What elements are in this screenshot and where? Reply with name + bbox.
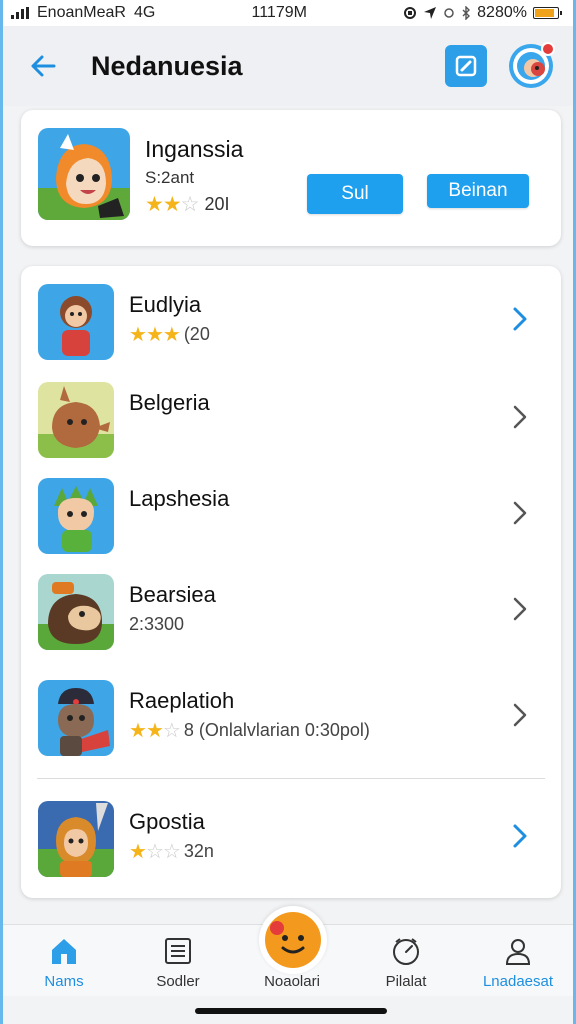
rating-stars: ★ ★ ★	[129, 323, 181, 346]
goblin-app-icon	[38, 478, 114, 554]
arrow-left-icon	[31, 55, 56, 77]
app-meta: 2:3300	[129, 614, 184, 635]
battery-percent: 8280%	[477, 4, 527, 21]
app-list: Eudlyia ★ ★ ★ (20 Belgeria Lapshesia Bea…	[21, 266, 561, 898]
chevron-right-icon	[509, 402, 531, 432]
list-item[interactable]: Eudlyia ★ ★ ★ (20	[21, 284, 561, 374]
app-meta-text: 2:3300	[129, 614, 185, 634]
app-meta: ★ ★ ★ (20	[129, 324, 210, 345]
rating-count: 20I	[204, 194, 230, 214]
fox-app-icon	[38, 128, 130, 220]
app-name: Belgeria	[129, 390, 210, 415]
list-item[interactable]: Lapshesia	[21, 478, 561, 568]
rating-stars: ★ ★ ☆	[129, 719, 181, 742]
nav-item-profile[interactable]: Lnadaesat	[463, 925, 573, 997]
notification-badge	[541, 42, 555, 56]
featured-app-name: Inganssia	[145, 136, 244, 162]
nav-item-list[interactable]: Sodler	[123, 925, 233, 997]
profile-button[interactable]	[509, 42, 555, 88]
user-icon	[503, 931, 533, 971]
bluetooth-icon	[462, 6, 471, 20]
star-filled-icon: ★	[129, 840, 147, 863]
star-filled-icon: ★	[145, 323, 164, 346]
home-indicator	[195, 1008, 387, 1014]
hedgehog-app-icon	[38, 574, 114, 650]
kangaroo-app-icon	[38, 382, 114, 458]
app-meta-text: 8 (Onlalvlarian 0:30pol)	[183, 720, 370, 740]
star-filled-icon: ★	[129, 719, 147, 742]
home-icon	[49, 931, 79, 971]
edit-button[interactable]	[445, 45, 487, 87]
rating-stars: ★ ★ ☆	[145, 193, 200, 216]
featured-app-card[interactable]: Inganssia S:2ant ★ ★ ☆ 20I Sul Beinan	[21, 110, 561, 246]
list-item[interactable]: Bearsiea 2:3300	[21, 574, 561, 664]
list-divider	[37, 778, 545, 779]
chevron-right-icon	[509, 498, 531, 528]
app-meta: ★ ★ ☆ 8 (Onlalvlarian 0:30pol)	[129, 720, 370, 741]
star-filled-icon: ★	[145, 719, 164, 742]
chevron-right-icon	[509, 594, 531, 624]
raccoon-app-icon	[38, 680, 114, 756]
page-title: Nedanuesia	[91, 50, 243, 81]
chevron-right-icon	[509, 700, 531, 730]
star-filled-icon: ★	[162, 323, 181, 346]
nav-label: Noaolari	[264, 973, 320, 990]
star-filled-icon: ★	[129, 323, 147, 346]
app-name: Gpostia	[129, 809, 205, 834]
list-item[interactable]: Belgeria	[21, 382, 561, 472]
star-empty-icon: ☆	[162, 719, 181, 742]
app-header: Nedanuesia	[3, 26, 573, 106]
featured-secondary-button[interactable]: Beinan	[427, 174, 529, 208]
chevron-right-icon	[509, 821, 531, 851]
app-name: Raeplatioh	[129, 688, 235, 713]
featured-primary-button[interactable]: Sul	[307, 174, 403, 214]
nav-item-home[interactable]: Nams	[9, 925, 119, 997]
featured-rating: ★ ★ ☆ 20I	[145, 194, 230, 215]
star-filled-icon: ★	[145, 193, 164, 216]
app-name: Eudlyia	[129, 292, 202, 317]
monkey-app-icon	[38, 284, 114, 360]
list-icon	[163, 931, 193, 971]
chevron-right-icon	[509, 304, 531, 334]
nav-label: Pilalat	[385, 973, 427, 990]
rating-stars: ★ ☆ ☆	[129, 840, 181, 863]
list-item[interactable]: Raeplatioh ★ ★ ☆ 8 (Onlalvlarian 0:30pol)	[21, 680, 561, 770]
app-name: Lapshesia	[129, 486, 230, 511]
star-empty-icon: ☆	[162, 840, 181, 863]
status-right: 8280%	[403, 4, 562, 22]
clock: 11179M	[251, 4, 307, 21]
app-screen: EnoanMeaR 4G 11179M 8280% Nedanuesia Ing…	[0, 0, 576, 1024]
clock-icon	[390, 931, 422, 971]
center-fab-button[interactable]	[259, 906, 327, 974]
edit-icon	[455, 55, 477, 77]
app-meta: ★ ☆ ☆ 32n	[129, 841, 214, 862]
smiley-icon	[265, 912, 321, 968]
app-name: Bearsiea	[129, 582, 216, 607]
star-empty-icon: ☆	[145, 840, 164, 863]
battery-icon	[532, 7, 562, 19]
back-button[interactable]	[23, 46, 63, 86]
nav-label: Lnadaesat	[482, 973, 554, 990]
nav-label: Nams	[44, 973, 84, 990]
app-meta-text: (20	[183, 324, 210, 344]
location-icon	[424, 7, 437, 19]
carrier-label: EnoanMeaR	[37, 4, 126, 21]
signal-icon	[11, 7, 29, 19]
lock-rotation-icon	[404, 7, 417, 19]
lion-app-icon	[38, 801, 114, 877]
star-filled-icon: ★	[162, 193, 182, 216]
star-empty-icon: ☆	[180, 193, 200, 216]
nav-label: Sodler	[156, 973, 200, 990]
app-meta-text: 32n	[183, 841, 214, 861]
status-left: EnoanMeaR 4G	[11, 4, 155, 22]
network-label: 4G	[133, 4, 156, 21]
list-item[interactable]: Gpostia ★ ☆ ☆ 32n	[21, 801, 561, 891]
featured-app-subtitle: S:2ant	[145, 168, 195, 187]
status-bar: EnoanMeaR 4G 11179M 8280%	[3, 0, 573, 26]
nav-item-clock[interactable]: Pilalat	[351, 925, 461, 997]
alarm-icon	[444, 8, 454, 18]
